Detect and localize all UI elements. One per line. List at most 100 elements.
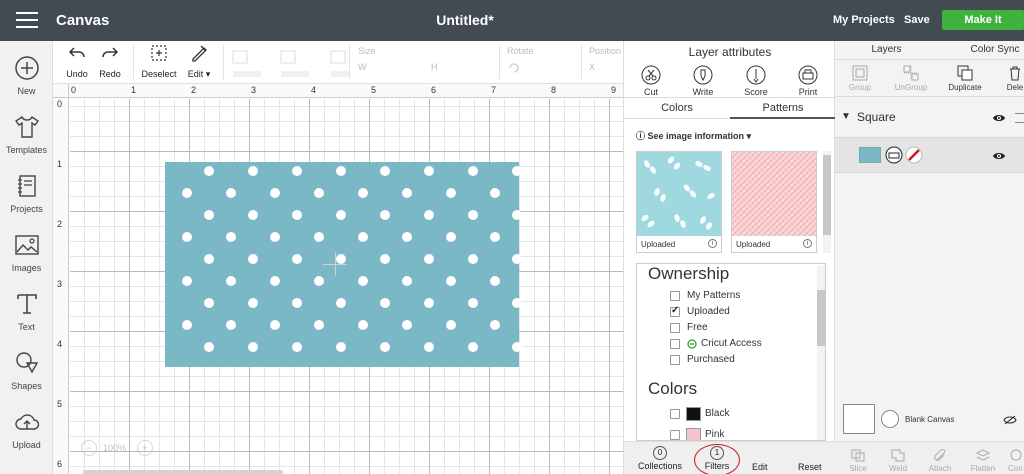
position-x-input[interactable]: X xyxy=(589,62,595,76)
group-icon xyxy=(852,65,868,81)
polka-dot xyxy=(424,210,434,220)
polka-dot xyxy=(182,320,192,330)
horizontal-scrollbar[interactable] xyxy=(83,470,283,474)
linetype-score[interactable]: Score xyxy=(736,65,776,97)
polka-dot xyxy=(292,166,302,176)
tab-colors[interactable]: Colors xyxy=(624,98,730,119)
slice-icon xyxy=(851,449,865,462)
trash-icon xyxy=(1010,66,1020,81)
nav-label: Shapes xyxy=(11,381,42,391)
deselect-button[interactable]: Deselect xyxy=(141,43,177,79)
info-icon[interactable]: i xyxy=(708,239,717,248)
size-width-input[interactable]: W xyxy=(358,62,367,76)
caret-down-icon[interactable]: ▼ xyxy=(841,111,851,122)
notebook-icon xyxy=(17,175,36,197)
pattern-swatch-footprints xyxy=(637,152,721,236)
checkbox[interactable] xyxy=(670,323,680,333)
nav-images[interactable]: Images xyxy=(0,232,53,274)
nav-projects[interactable]: Projects xyxy=(0,173,53,215)
save-button[interactable]: Save xyxy=(904,14,930,26)
print-then-cut-icon xyxy=(885,146,903,164)
info-icon[interactable]: i xyxy=(803,239,812,248)
shirt-icon xyxy=(14,115,39,138)
tab-color-sync[interactable]: Color Sync xyxy=(938,41,1024,59)
zoom-out-button[interactable]: − xyxy=(81,440,97,456)
polka-dot xyxy=(402,276,412,286)
my-projects-link[interactable]: My Projects xyxy=(833,14,895,26)
pattern-card[interactable]: Uploaded i xyxy=(731,151,817,253)
group-button[interactable]: Group xyxy=(845,64,875,92)
layer-group-square[interactable]: ▼ Square xyxy=(835,107,1024,129)
scissors-icon xyxy=(641,65,661,85)
checkbox[interactable] xyxy=(670,339,680,349)
pattern-card[interactable]: Uploaded i xyxy=(636,151,722,253)
score-label: Score xyxy=(744,87,768,97)
weld-button[interactable]: Weld xyxy=(885,448,911,473)
contour-button[interactable]: Con xyxy=(1007,448,1024,473)
design-canvas[interactable]: 0 1 2 3 4 5 6 7 8 9 0 1 2 3 4 5 6 − 100%… xyxy=(53,84,623,474)
redo-button[interactable]: Redo xyxy=(97,43,123,79)
nav-label: Templates xyxy=(5,145,48,155)
scrollbar-thumb[interactable] xyxy=(823,155,831,235)
ruler-tick: 0 xyxy=(57,99,63,109)
checkbox-checked[interactable] xyxy=(670,305,680,317)
zoom-in-button[interactable]: + xyxy=(137,440,153,456)
attach-button[interactable]: Attach xyxy=(925,448,955,473)
polka-dot xyxy=(182,276,192,286)
delete-button[interactable]: Dele xyxy=(1003,64,1024,92)
pattern-swatch-pink-crosshatch xyxy=(732,152,816,236)
eye-icon[interactable] xyxy=(992,151,1006,161)
ruler-tick: 5 xyxy=(57,399,63,409)
rotate-label: Rotate xyxy=(507,46,534,56)
reset-button[interactable]: Reset xyxy=(798,462,822,472)
checkbox[interactable] xyxy=(670,355,680,365)
nav-shapes[interactable]: Shapes xyxy=(0,350,53,392)
size-height-input[interactable]: H xyxy=(431,62,438,76)
eye-hidden-icon[interactable] xyxy=(1003,415,1017,425)
hamburger-menu-icon[interactable] xyxy=(16,12,38,29)
duplicate-button[interactable]: Duplicate xyxy=(945,64,985,92)
filter-scrollbar[interactable] xyxy=(817,266,825,440)
ungroup-icon xyxy=(903,65,919,81)
canvas-color-picker[interactable] xyxy=(881,410,899,428)
make-it-button[interactable]: Make It xyxy=(942,10,1024,30)
nav-new[interactable]: New xyxy=(0,55,53,97)
rotate-icon[interactable] xyxy=(507,61,521,75)
checkbox[interactable] xyxy=(670,430,680,440)
eye-icon[interactable] xyxy=(992,113,1006,123)
linetype-print[interactable]: Print xyxy=(788,65,828,97)
drag-handle-icon[interactable] xyxy=(1015,113,1024,123)
filter-label: Cricut Access xyxy=(701,338,762,349)
checkbox[interactable] xyxy=(670,291,680,301)
flatten-button[interactable]: Flatten xyxy=(967,448,999,473)
polka-dot xyxy=(336,298,346,308)
ruler-tick: 7 xyxy=(491,85,497,95)
blank-canvas-row[interactable]: Blank Canvas xyxy=(835,402,1024,436)
polka-dot xyxy=(446,320,456,330)
patterns-scrollbar[interactable] xyxy=(823,151,831,253)
tab-layers[interactable]: Layers xyxy=(835,41,938,59)
scrollbar-thumb[interactable] xyxy=(817,290,825,346)
nav-text[interactable]: Text xyxy=(0,291,53,333)
polka-dot xyxy=(490,276,500,286)
horizontal-ruler: 0 1 2 3 4 5 6 7 8 9 xyxy=(69,84,623,98)
linetype-cut[interactable]: Cut xyxy=(631,65,671,97)
layer-item-square[interactable] xyxy=(835,137,1024,173)
polka-dot xyxy=(424,166,434,176)
slice-button[interactable]: Slice xyxy=(845,448,871,473)
ungroup-button[interactable]: UnGroup xyxy=(893,64,929,92)
checkbox[interactable] xyxy=(670,409,680,419)
collections-label: Collections xyxy=(637,461,683,471)
document-title[interactable]: Untitled* xyxy=(420,12,510,28)
collections-button[interactable]: 0 Collections xyxy=(636,446,684,471)
linetype-write[interactable]: Write xyxy=(683,65,723,97)
tab-patterns[interactable]: Patterns xyxy=(730,98,836,119)
undo-button[interactable]: Undo xyxy=(64,43,90,79)
nav-upload[interactable]: Upload xyxy=(0,409,53,451)
edit-menu-button[interactable]: Edit ▾ xyxy=(183,43,215,80)
edit-button[interactable]: Edit xyxy=(752,462,768,472)
ruler-tick: 0 xyxy=(71,85,77,95)
nav-templates[interactable]: Templates xyxy=(0,114,53,156)
polka-dot xyxy=(468,254,478,264)
see-image-information-toggle[interactable]: ⓘ See image information ▾ xyxy=(636,129,751,142)
